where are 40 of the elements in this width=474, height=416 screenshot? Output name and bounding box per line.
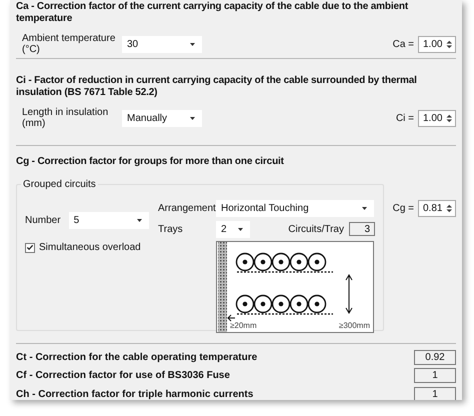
factor-label: Ct - Correction for the cable operating temperature bbox=[16, 352, 258, 363]
field-label: Ambient temperature (°C) bbox=[22, 33, 116, 55]
dropdown-arrow-icon bbox=[190, 42, 195, 46]
temperature-dropdown[interactable]: 30 bbox=[122, 36, 202, 52]
arrangement-dropdown[interactable]: Horizontal Touching bbox=[216, 200, 374, 216]
section-title: Ca - Correction factor of the current carrying capacity of the cable due to the ambient temperature bbox=[16, 1, 410, 25]
dropdown-arrow-icon bbox=[362, 206, 367, 210]
section-title: Ci - Factor of reduction in current carrying capacity of the cable surrounded by thermal insulation (BS 7671 Table 52.2) bbox=[16, 75, 418, 99]
spinner-arrows-icon bbox=[446, 112, 453, 124]
factor-value: 0.92 bbox=[414, 350, 456, 365]
factor-spinner[interactable]: 1.00 bbox=[418, 36, 456, 52]
dropdown-arrow-icon bbox=[238, 228, 243, 230]
factor-label: Ca = bbox=[392, 38, 414, 50]
factor-label: Cg = bbox=[392, 203, 414, 214]
factor-label: Ch - Correction factor for triple harmonic currents bbox=[16, 388, 254, 400]
field-label: Trays bbox=[158, 224, 184, 234]
dropdown-arrow-icon bbox=[136, 219, 142, 222]
spinner-arrows-icon bbox=[446, 203, 453, 214]
factor-value: 1 bbox=[414, 386, 456, 400]
dimension-label: ≥300mm bbox=[338, 321, 370, 330]
checkbox[interactable] bbox=[25, 242, 35, 252]
dropdown-arrow-icon bbox=[190, 116, 195, 120]
group-label: Grouped circuits bbox=[21, 179, 98, 190]
field-label: Arrangement bbox=[158, 202, 216, 214]
number-dropdown[interactable]: 5 bbox=[68, 212, 149, 229]
spinner-arrows-icon bbox=[446, 38, 453, 50]
insulation-dropdown[interactable]: Manually bbox=[122, 110, 202, 126]
trays-dropdown[interactable]: 2 bbox=[216, 220, 250, 238]
circuits-value: 3 bbox=[349, 222, 375, 236]
dimension-label: ≥20mm bbox=[230, 321, 257, 330]
factor-spinner[interactable]: 0.81 bbox=[418, 200, 456, 217]
factor-label: Ci = bbox=[396, 112, 414, 124]
checkbox-label: Simultaneous overload bbox=[39, 242, 141, 253]
field-label: Circuits/Tray bbox=[288, 224, 344, 234]
field-label: Number bbox=[25, 215, 61, 226]
factor-spinner[interactable]: 1.00 bbox=[418, 110, 456, 126]
factor-label: Cf - Correction factor for use of BS3036 Fuse bbox=[16, 370, 230, 382]
field-label: Length in insulation (mm) bbox=[22, 107, 110, 129]
factor-value: 1 bbox=[414, 368, 456, 384]
section-title: Cg - Correction factor for groups for more than one circuit bbox=[16, 156, 285, 168]
